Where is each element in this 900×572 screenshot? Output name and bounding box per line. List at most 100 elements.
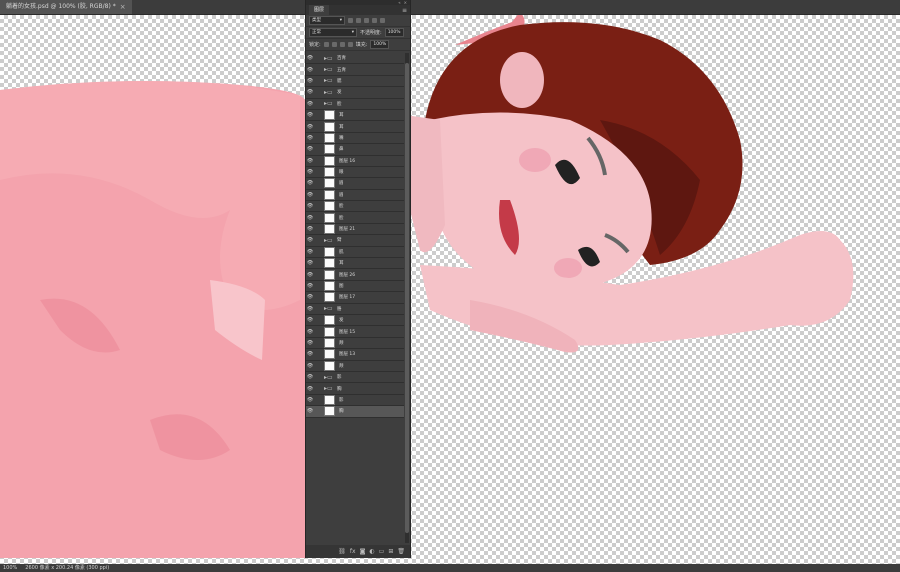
layer-row[interactable]: 👁 眉	[306, 178, 404, 190]
visibility-eye-icon[interactable]: 👁	[306, 192, 314, 198]
collapse-icon[interactable]: «	[398, 0, 400, 5]
lock-all-icon[interactable]	[347, 42, 353, 47]
layer-row[interactable]: 👁 图层 26	[306, 269, 404, 281]
visibility-eye-icon[interactable]: 👁	[306, 329, 314, 335]
filter-pixel-icon[interactable]	[348, 18, 353, 23]
layer-group-row[interactable]: 👁 ▸▭ 臂	[306, 235, 404, 247]
visibility-eye-icon[interactable]: 👁	[306, 158, 314, 164]
visibility-eye-icon[interactable]: 👁	[306, 180, 314, 186]
visibility-eye-icon[interactable]: 👁	[306, 203, 314, 209]
visibility-eye-icon[interactable]: 👁	[306, 146, 314, 152]
filter-type-icon[interactable]	[364, 18, 369, 23]
fx-icon[interactable]: fx	[350, 548, 356, 555]
layer-row[interactable]: 👁 脸	[306, 201, 404, 213]
layer-thumbnail	[324, 224, 335, 235]
layer-row[interactable]: 👁 耳	[306, 121, 404, 133]
layer-name: 胳	[337, 306, 342, 312]
visibility-eye-icon[interactable]: 👁	[306, 215, 314, 221]
layer-group-row[interactable]: 👁 ▸▭ 五青	[306, 64, 404, 76]
visibility-eye-icon[interactable]: 👁	[306, 386, 314, 392]
visibility-eye-icon[interactable]: 👁	[306, 317, 314, 323]
trash-icon[interactable]: 🗑	[397, 548, 405, 555]
lock-transparent-icon[interactable]	[323, 42, 329, 47]
layer-row[interactable]: 👁 肌	[306, 246, 404, 259]
visibility-eye-icon[interactable]: 👁	[306, 78, 314, 84]
close-icon[interactable]: ×	[120, 0, 126, 14]
layer-row[interactable]: 👁 鼻	[306, 144, 404, 156]
layer-name: 胸	[337, 386, 342, 392]
document-tab[interactable]: 躺着的女孩.psd @ 100% (胶, RGB/8) * ×	[0, 0, 132, 14]
filter-smart-icon[interactable]	[380, 18, 385, 23]
layer-name: 肌	[339, 249, 344, 255]
visibility-eye-icon[interactable]: 👁	[306, 226, 314, 232]
visibility-eye-icon[interactable]: 👁	[306, 260, 314, 266]
visibility-eye-icon[interactable]: 👁	[306, 408, 314, 414]
filter-adjustment-icon[interactable]	[356, 18, 361, 23]
visibility-eye-icon[interactable]: 👁	[306, 67, 314, 73]
panel-close-icon[interactable]: ×	[404, 0, 407, 5]
visibility-eye-icon[interactable]: 👁	[306, 249, 314, 255]
visibility-eye-icon[interactable]: 👁	[306, 397, 314, 403]
layer-row[interactable]: 👁 耳	[306, 258, 404, 270]
visibility-eye-icon[interactable]: 👁	[306, 340, 314, 346]
filter-row: 类型 ▾	[306, 15, 410, 27]
lock-position-icon[interactable]	[339, 42, 345, 47]
layer-group-row[interactable]: 👁 ▸▭ 腮	[306, 76, 404, 88]
canvas[interactable]	[0, 15, 900, 564]
visibility-eye-icon[interactable]: 👁	[306, 363, 314, 369]
layer-row[interactable]: 👁 眼	[306, 167, 404, 179]
layer-group-row[interactable]: 👁 ▸▭ 发	[306, 87, 404, 99]
layer-row[interactable]: 👁 颊	[306, 360, 404, 372]
layer-row[interactable]: 👁 影	[306, 394, 404, 407]
visibility-eye-icon[interactable]: 👁	[306, 55, 314, 61]
filter-shape-icon[interactable]	[372, 18, 377, 23]
layer-row[interactable]: 👁 嘴	[306, 132, 404, 145]
zoom-level[interactable]: 100%	[3, 564, 17, 572]
layer-row[interactable]: 👁 眉	[306, 189, 404, 202]
folder-icon[interactable]: ▭	[379, 548, 385, 555]
visibility-eye-icon[interactable]: 👁	[306, 112, 314, 118]
link-icon[interactable]: ⛓	[338, 548, 346, 555]
fill-field[interactable]: 100%	[370, 40, 390, 49]
mask-icon[interactable]: ◙	[360, 548, 366, 555]
visibility-eye-icon[interactable]: 👁	[306, 294, 314, 300]
layer-row[interactable]: 👁 耳	[306, 110, 404, 122]
layer-row[interactable]: 👁 脸	[306, 212, 404, 224]
layer-row[interactable]: 👁 胸	[306, 406, 404, 418]
layer-row[interactable]: 👁 图层 17	[306, 292, 404, 304]
visibility-eye-icon[interactable]: 👁	[306, 169, 314, 175]
visibility-eye-icon[interactable]: 👁	[306, 101, 314, 107]
layer-group-row[interactable]: 👁 ▸▭ 胳	[306, 304, 404, 315]
new-layer-icon[interactable]: ⊞	[388, 548, 393, 555]
visibility-eye-icon[interactable]: 👁	[306, 283, 314, 289]
layer-row[interactable]: 👁 颊	[306, 337, 404, 350]
layer-row[interactable]: 👁 图层 21	[306, 224, 404, 236]
visibility-eye-icon[interactable]: 👁	[306, 272, 314, 278]
blend-mode-select[interactable]: 正常 ▾	[309, 28, 357, 37]
lock-pixels-icon[interactable]	[331, 42, 337, 47]
layer-group-row[interactable]: 👁 ▸▭ 百青	[306, 53, 404, 65]
layers-scrollbar[interactable]	[405, 53, 409, 543]
panel-menu-icon[interactable]: ≡	[402, 7, 407, 14]
visibility-eye-icon[interactable]: 👁	[306, 351, 314, 357]
layer-row[interactable]: 👁 图层 16	[306, 155, 404, 167]
tab-layers[interactable]: 图层	[309, 5, 330, 15]
visibility-eye-icon[interactable]: 👁	[306, 237, 314, 243]
layer-row[interactable]: 👁 图	[306, 281, 404, 293]
visibility-eye-icon[interactable]: 👁	[306, 124, 314, 130]
visibility-eye-icon[interactable]: 👁	[306, 135, 314, 141]
layer-name: 影	[337, 375, 342, 381]
visibility-eye-icon[interactable]: 👁	[306, 89, 314, 95]
layer-group-row[interactable]: 👁 ▸▭ 胸	[306, 383, 404, 395]
layer-row[interactable]: 👁 图层 13	[306, 349, 404, 361]
opacity-field[interactable]: 100%	[384, 28, 404, 37]
layer-group-row[interactable]: 👁 ▸▭ 脸	[306, 99, 404, 110]
scrollbar-thumb[interactable]	[405, 63, 409, 533]
layer-row[interactable]: 👁 发	[306, 315, 404, 327]
visibility-eye-icon[interactable]: 👁	[306, 374, 314, 380]
layer-group-row[interactable]: 👁 ▸▭ 影	[306, 372, 404, 384]
filter-kind-select[interactable]: 类型 ▾	[309, 16, 345, 25]
adjustment-icon[interactable]: ◐	[369, 548, 374, 555]
layer-row[interactable]: 👁 图层 15	[306, 326, 404, 338]
visibility-eye-icon[interactable]: 👁	[306, 306, 314, 312]
